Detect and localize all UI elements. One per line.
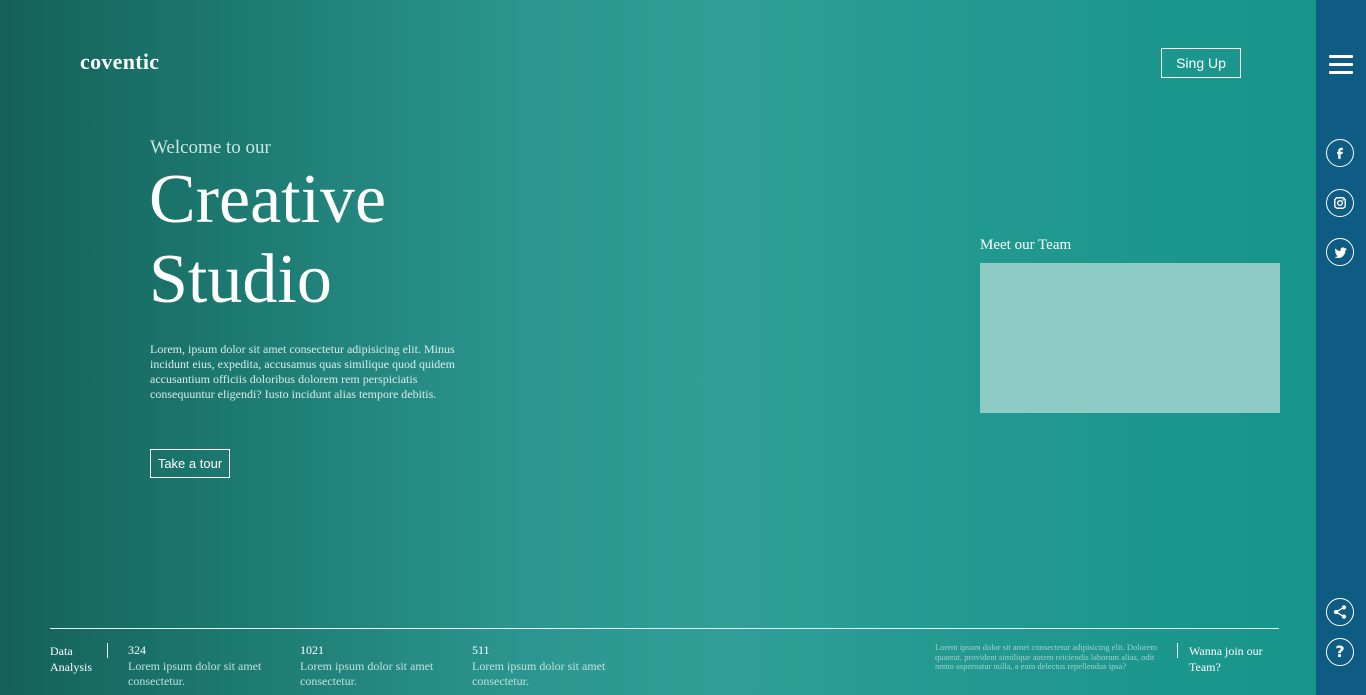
facebook-icon[interactable] xyxy=(1326,139,1354,167)
menu-icon[interactable] xyxy=(1329,55,1353,75)
twitter-icon[interactable] xyxy=(1326,238,1354,266)
hero-title-line2: Studio xyxy=(149,241,332,318)
footer-small-text: Lorem ipsum dolor sit amet consectetur a… xyxy=(935,642,1158,671)
hero-title-line1: Creative xyxy=(149,161,387,238)
stat-text: Lorem ipsum dolor sit amet consectetur. xyxy=(472,659,606,688)
stat-number: 1021 xyxy=(300,643,324,657)
take-tour-button[interactable]: Take a tour xyxy=(150,449,230,478)
stat-text: Lorem ipsum dolor sit amet consectetur. xyxy=(128,659,262,688)
stat-item: 1021 Lorem ipsum dolor sit amet consecte… xyxy=(300,643,460,689)
hero-section: coventic Sing Up Welcome to our Creative… xyxy=(0,0,1316,695)
help-glyph: ? xyxy=(1335,642,1345,661)
footer-separator xyxy=(1177,643,1178,658)
help-icon[interactable]: ? xyxy=(1326,638,1354,666)
stat-text: Lorem ipsum dolor sit amet consectetur. xyxy=(300,659,434,688)
join-team-link[interactable]: Wanna join our Team? xyxy=(1189,643,1279,675)
data-analysis-label: Data Analysis xyxy=(50,644,92,674)
stat-number: 511 xyxy=(472,643,490,657)
instagram-icon[interactable] xyxy=(1326,189,1354,217)
brand-logo[interactable]: coventic xyxy=(80,49,159,75)
footer-divider xyxy=(50,628,1279,629)
stat-item: 511 Lorem ipsum dolor sit amet consectet… xyxy=(472,643,632,689)
hero-kicker: Welcome to our xyxy=(150,137,271,158)
share-icon[interactable] xyxy=(1326,598,1354,626)
hero-description: Lorem, ipsum dolor sit amet consectetur … xyxy=(150,342,455,401)
right-sidebar xyxy=(1316,0,1366,695)
team-image-placeholder[interactable] xyxy=(980,263,1280,413)
stat-item: 324 Lorem ipsum dolor sit amet consectet… xyxy=(128,643,288,689)
signup-button[interactable]: Sing Up xyxy=(1161,48,1241,78)
footer-separator xyxy=(107,643,108,658)
team-title: Meet our Team xyxy=(980,237,1072,253)
stat-number: 324 xyxy=(128,643,146,657)
hero-title: Creative Studio xyxy=(149,160,386,320)
